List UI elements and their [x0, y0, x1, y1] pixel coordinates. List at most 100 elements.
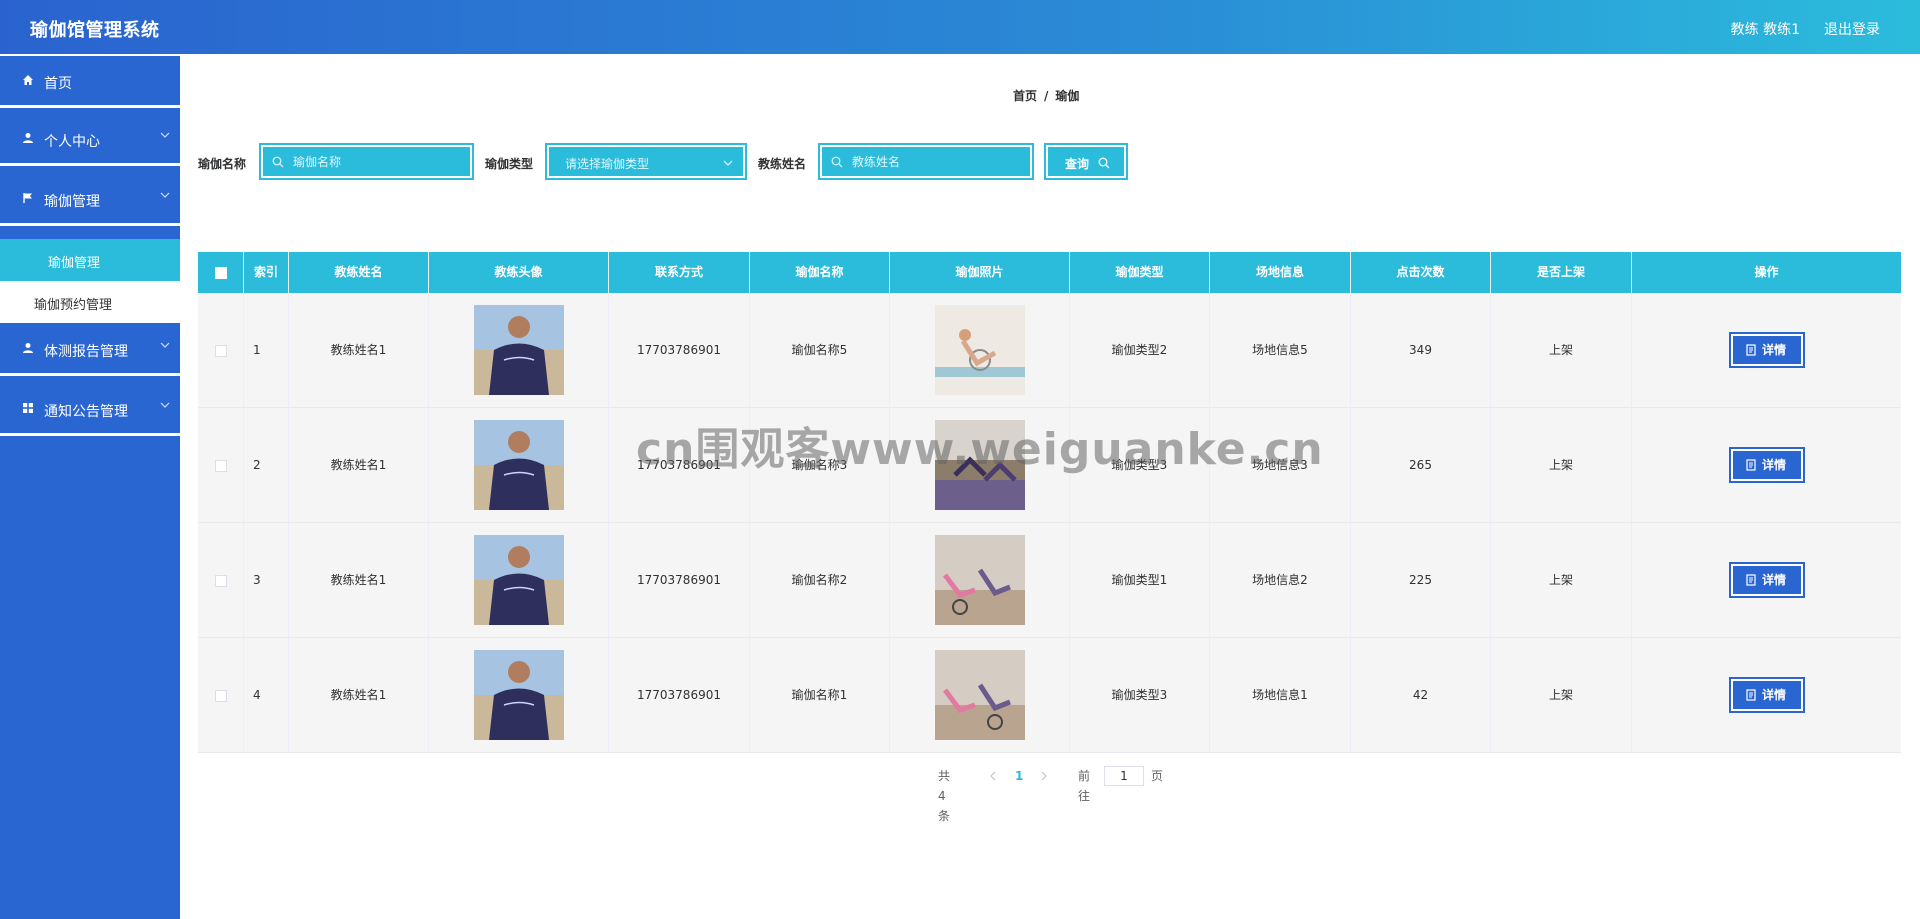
- table-row: 2 教练姓名1 17703786901 瑜伽名称3 瑜伽类型3 场地信息3 26…: [198, 408, 1901, 523]
- search-icon: [1098, 157, 1110, 169]
- cell-coach-name: 教练姓名1: [289, 638, 429, 753]
- cell-clicks: 225: [1351, 523, 1491, 638]
- cell-yoga-name: 瑜伽名称5: [750, 293, 890, 408]
- detail-button[interactable]: 详情: [1729, 447, 1805, 483]
- sidebar-subitem-yoga-manage[interactable]: 瑜伽管理: [0, 239, 180, 281]
- coach-avatar-image: [474, 305, 564, 395]
- column-header: 瑜伽类型: [1070, 252, 1210, 293]
- table-header: 索引 教练姓名 教练头像 联系方式 瑜伽名称 瑜伽照片 瑜伽类型 场地信息 点击…: [198, 252, 1901, 293]
- coach-avatar-image: [474, 650, 564, 740]
- column-header: 瑜伽照片: [890, 252, 1070, 293]
- sidebar-item-personal[interactable]: 个人中心: [0, 114, 180, 166]
- chevron-down-icon: [160, 192, 170, 198]
- cell-index: 3: [244, 523, 289, 638]
- row-checkbox[interactable]: [215, 345, 227, 357]
- cell-phone: 17703786901: [609, 408, 750, 523]
- sidebar-item-notices[interactable]: 通知公告管理: [0, 384, 180, 436]
- sidebar-item-label: 瑜伽管理: [44, 194, 100, 210]
- cell-phone: 17703786901: [609, 523, 750, 638]
- table-row: 4 教练姓名1 17703786901 瑜伽名称1 瑜伽类型3 场地信息1 42…: [198, 638, 1901, 753]
- sidebar-subitem-label: 瑜伽预约管理: [34, 298, 113, 313]
- column-header: 联系方式: [609, 252, 750, 293]
- column-header: 索引: [244, 252, 289, 293]
- query-button-label: 查询: [1065, 157, 1090, 171]
- column-header: 教练头像: [429, 252, 609, 293]
- detail-button[interactable]: 详情: [1729, 677, 1805, 713]
- select-all-checkbox[interactable]: [215, 267, 227, 279]
- sidebar: 首页 个人中心 瑜伽管理 瑜伽管理 瑜伽预约管理 体测报告管理 通知公告管理: [0, 56, 180, 919]
- column-header: 场地信息: [1210, 252, 1351, 293]
- sidebar-item-yoga[interactable]: 瑜伽管理: [0, 174, 180, 226]
- cell-coach-name: 教练姓名1: [289, 293, 429, 408]
- home-icon: [23, 75, 33, 85]
- flag-icon: [23, 193, 32, 203]
- row-checkbox[interactable]: [215, 690, 227, 702]
- sidebar-subitem-yoga-booking[interactable]: 瑜伽预约管理: [0, 281, 180, 323]
- cell-index: 1: [244, 293, 289, 408]
- user-icon: [23, 133, 33, 143]
- chevron-down-icon: [160, 402, 170, 408]
- yoga-photo-image: [935, 420, 1025, 510]
- chevron-right-icon[interactable]: [1039, 771, 1049, 781]
- cell-coach-avatar: [429, 523, 609, 638]
- query-button[interactable]: 查询: [1044, 143, 1128, 180]
- pagination-current-page[interactable]: 1: [1015, 766, 1023, 786]
- coach-name-search[interactable]: [818, 143, 1034, 180]
- cell-coach-avatar: [429, 408, 609, 523]
- row-checkbox[interactable]: [215, 460, 227, 472]
- coach-name-label: 教练姓名: [758, 157, 807, 171]
- breadcrumb-home[interactable]: 首页: [1013, 89, 1037, 103]
- cell-venue: 场地信息3: [1210, 408, 1351, 523]
- table-row: 3 教练姓名1 17703786901 瑜伽名称2 瑜伽类型1 场地信息2 22…: [198, 523, 1901, 638]
- detail-button[interactable]: 详情: [1729, 562, 1805, 598]
- cell-actions: 详情: [1632, 408, 1901, 523]
- cell-yoga-photo: [890, 638, 1070, 753]
- row-checkbox[interactable]: [215, 575, 227, 587]
- detail-button-label: 详情: [1762, 458, 1787, 472]
- pagination-goto-label: 前往: [1078, 769, 1091, 803]
- yoga-type-select[interactable]: 请选择瑜伽类型: [545, 143, 747, 180]
- sidebar-item-fitness-report[interactable]: 体测报告管理: [0, 324, 180, 376]
- column-header: 是否上架: [1491, 252, 1632, 293]
- cell-yoga-type: 瑜伽类型1: [1070, 523, 1210, 638]
- logout-link[interactable]: 退出登录: [1824, 19, 1880, 39]
- pagination-goto-input[interactable]: [1104, 766, 1144, 786]
- cell-index: 4: [244, 638, 289, 753]
- chevron-left-icon[interactable]: [988, 771, 998, 781]
- cell-yoga-photo: [890, 408, 1070, 523]
- search-icon: [831, 156, 843, 168]
- breadcrumb: 首页 / 瑜伽: [1013, 87, 1079, 104]
- column-header: 点击次数: [1351, 252, 1491, 293]
- coach-avatar-image: [474, 420, 564, 510]
- chevron-down-icon: [160, 132, 170, 138]
- sidebar-item-label: 首页: [44, 76, 72, 92]
- cell-actions: 详情: [1632, 638, 1901, 753]
- chevron-down-icon: [723, 160, 733, 166]
- coach-name-input[interactable]: [852, 153, 1002, 171]
- detail-button[interactable]: 详情: [1729, 332, 1805, 368]
- table-row: 1 教练姓名1 17703786901 瑜伽名称5 瑜伽类型2 场地信息5 34…: [198, 293, 1901, 408]
- cell-yoga-type: 瑜伽类型3: [1070, 638, 1210, 753]
- cell-yoga-photo: [890, 293, 1070, 408]
- pagination-page-suffix: 页: [1151, 769, 1164, 783]
- app-title: 瑜伽馆管理系统: [30, 20, 160, 41]
- cell-status: 上架: [1491, 408, 1632, 523]
- cell-clicks: 42: [1351, 638, 1491, 753]
- cell-actions: 详情: [1632, 523, 1901, 638]
- yoga-type-placeholder: 请选择瑜伽类型: [565, 157, 650, 171]
- detail-button-label: 详情: [1762, 343, 1787, 357]
- sidebar-item-home[interactable]: 首页: [0, 56, 180, 108]
- cell-index: 2: [244, 408, 289, 523]
- yoga-photo-image: [935, 650, 1025, 740]
- document-icon: [1746, 574, 1756, 586]
- row-select-cell: [198, 638, 244, 753]
- yoga-name-input[interactable]: [293, 153, 443, 171]
- detail-button-label: 详情: [1762, 688, 1787, 702]
- yoga-name-search[interactable]: [259, 143, 474, 180]
- cell-venue: 场地信息1: [1210, 638, 1351, 753]
- cell-status: 上架: [1491, 638, 1632, 753]
- document-icon: [1746, 344, 1756, 356]
- cell-yoga-name: 瑜伽名称2: [750, 523, 890, 638]
- yoga-name-label: 瑜伽名称: [198, 157, 247, 171]
- cell-clicks: 265: [1351, 408, 1491, 523]
